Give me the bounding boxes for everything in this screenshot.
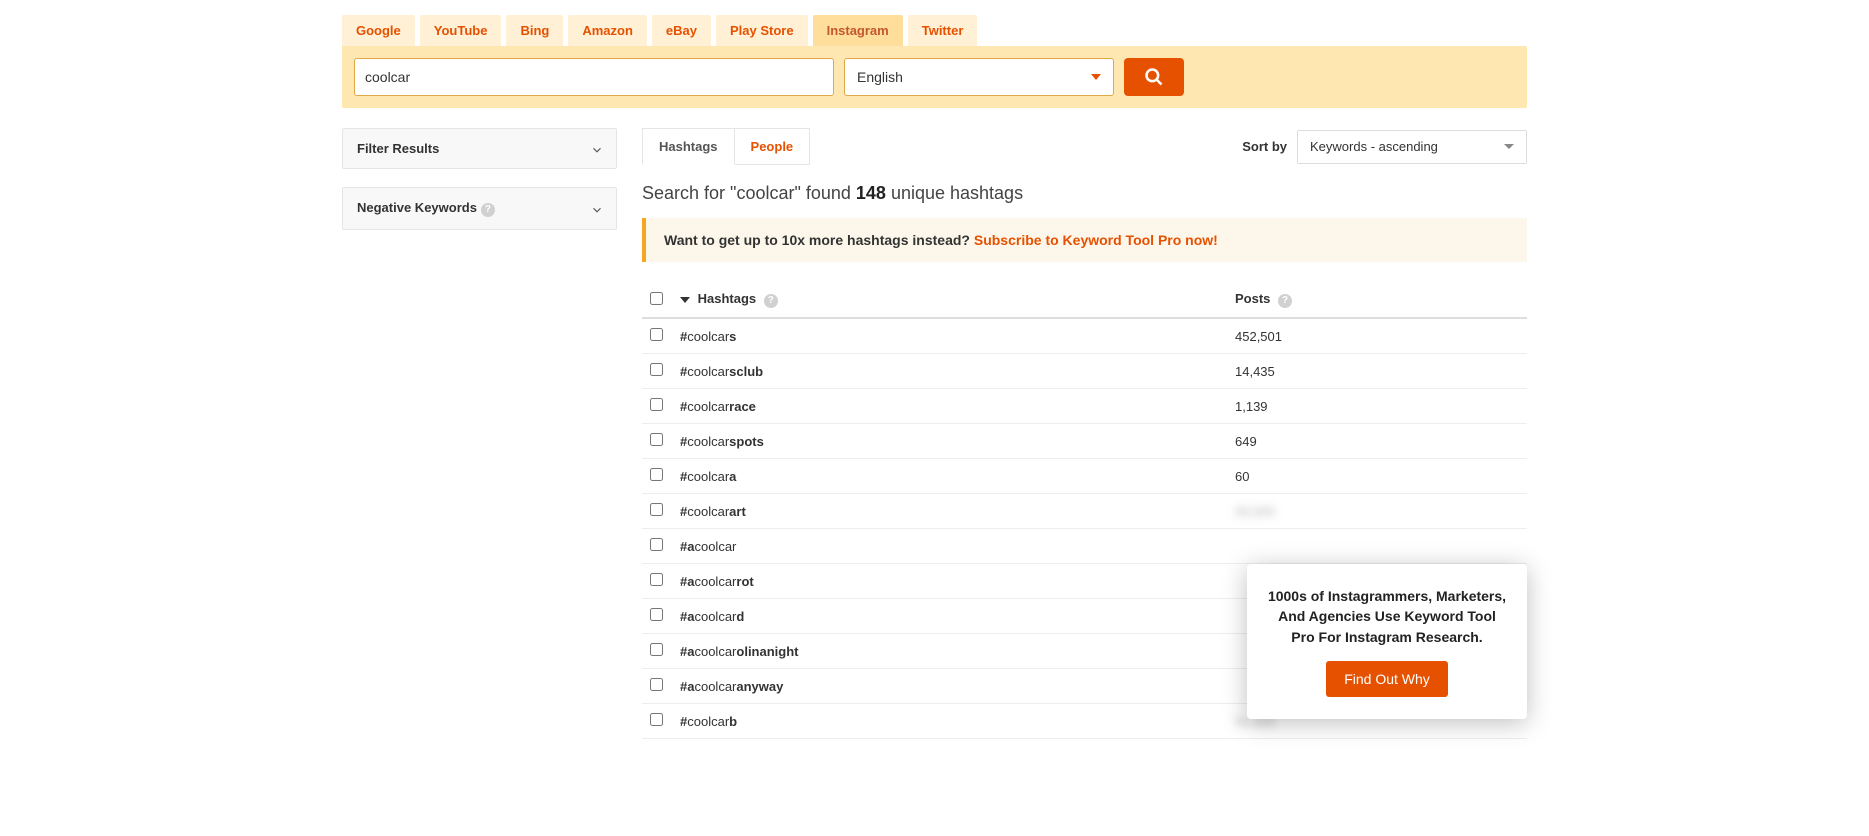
chevron-down-icon (590, 143, 602, 155)
row-checkbox[interactable] (650, 363, 663, 376)
sort-desc-icon (680, 297, 690, 303)
select-all-checkbox[interactable] (650, 292, 663, 305)
search-bar: English (342, 46, 1527, 108)
source-tab-twitter[interactable]: Twitter (908, 15, 978, 46)
upsell-popup: 1000s of Instagrammers, Marketers, And A… (1247, 564, 1527, 719)
sort-selected: Keywords - ascending (1310, 139, 1438, 154)
row-checkbox[interactable] (650, 643, 663, 656)
table-row: #coolcara60 (642, 459, 1527, 494)
row-checkbox[interactable] (650, 433, 663, 446)
table-row: #coolcarrace1,139 (642, 389, 1527, 424)
row-checkbox[interactable] (650, 538, 663, 551)
upgrade-promo: Want to get up to 10x more hashtags inst… (642, 218, 1527, 262)
column-posts[interactable]: Posts ? (1227, 282, 1527, 318)
posts-cell: 1,139 (1227, 389, 1527, 424)
result-tabs: HashtagsPeople (642, 128, 809, 165)
row-checkbox[interactable] (650, 468, 663, 481)
left-sidebar: Filter Results Negative Keywords? (342, 128, 617, 230)
row-checkbox[interactable] (650, 398, 663, 411)
filter-results-label: Filter Results (357, 141, 439, 156)
row-checkbox[interactable] (650, 328, 663, 341)
language-selected: English (857, 69, 903, 85)
hashtag-cell[interactable]: #acoolcarolinanight (672, 634, 1227, 669)
hashtag-cell[interactable]: #coolcarspots (672, 424, 1227, 459)
help-icon: ? (481, 203, 495, 217)
search-button[interactable] (1124, 58, 1184, 96)
hashtag-cell[interactable]: #acoolcard (672, 599, 1227, 634)
hashtag-cell[interactable]: #coolcars (672, 318, 1227, 354)
sort-select[interactable]: Keywords - ascending (1297, 130, 1527, 164)
source-tab-instagram[interactable]: Instagram (813, 15, 903, 46)
find-out-why-button[interactable]: Find Out Why (1326, 661, 1448, 697)
caret-down-icon (1504, 144, 1514, 149)
hashtag-cell[interactable]: #coolcara (672, 459, 1227, 494)
filter-results-panel: Filter Results (342, 128, 617, 169)
posts-cell: 14,435 (1227, 354, 1527, 389)
table-row: #coolcarart00,000 (642, 494, 1527, 529)
caret-down-icon (1091, 74, 1101, 80)
posts-cell (1227, 529, 1527, 564)
help-icon: ? (764, 294, 778, 308)
table-row: #coolcars452,501 (642, 318, 1527, 354)
hashtag-cell[interactable]: #coolcarb (672, 704, 1227, 739)
negative-keywords-toggle[interactable]: Negative Keywords? (343, 188, 616, 229)
search-icon (1144, 67, 1164, 87)
hashtag-cell[interactable]: #acoolcar (672, 529, 1227, 564)
promo-link[interactable]: Subscribe to Keyword Tool Pro now! (974, 232, 1218, 248)
negative-keywords-panel: Negative Keywords? (342, 187, 617, 230)
sort-label: Sort by (1242, 139, 1287, 154)
results-area: HashtagsPeople Sort by Keywords - ascend… (642, 128, 1527, 739)
row-checkbox[interactable] (650, 573, 663, 586)
hashtag-cell[interactable]: #coolcarart (672, 494, 1227, 529)
search-input[interactable] (354, 58, 834, 96)
posts-cell: 60 (1227, 459, 1527, 494)
source-tab-youtube[interactable]: YouTube (420, 15, 502, 46)
chevron-down-icon (590, 203, 602, 215)
hashtag-cell[interactable]: #coolcarsclub (672, 354, 1227, 389)
row-checkbox[interactable] (650, 503, 663, 516)
table-row: #coolcarsclub14,435 (642, 354, 1527, 389)
column-hashtags[interactable]: Hashtags ? (672, 282, 1227, 318)
source-tab-ebay[interactable]: eBay (652, 15, 711, 46)
source-tabs: GoogleYouTubeBingAmazoneBayPlay StoreIns… (342, 15, 1527, 46)
source-tab-play-store[interactable]: Play Store (716, 15, 808, 46)
source-tab-google[interactable]: Google (342, 15, 415, 46)
promo-text: Want to get up to 10x more hashtags inst… (664, 232, 974, 248)
row-checkbox[interactable] (650, 678, 663, 691)
help-icon: ? (1278, 294, 1292, 308)
hashtag-cell[interactable]: #coolcarrace (672, 389, 1227, 424)
source-tab-amazon[interactable]: Amazon (568, 15, 647, 46)
table-row: #coolcarspots649 (642, 424, 1527, 459)
language-select[interactable]: English (844, 58, 1114, 96)
filter-results-toggle[interactable]: Filter Results (343, 129, 616, 168)
row-checkbox[interactable] (650, 713, 663, 726)
negative-keywords-label: Negative Keywords? (357, 200, 495, 217)
result-tab-people[interactable]: People (734, 128, 811, 165)
result-tab-hashtags[interactable]: Hashtags (642, 128, 735, 165)
posts-cell: 452,501 (1227, 318, 1527, 354)
posts-cell: 649 (1227, 424, 1527, 459)
results-summary: Search for "coolcar" found 148 unique ha… (642, 183, 1527, 204)
posts-cell: 00,000 (1227, 494, 1527, 529)
row-checkbox[interactable] (650, 608, 663, 621)
source-tab-bing[interactable]: Bing (506, 15, 563, 46)
hashtag-cell[interactable]: #acoolcaranyway (672, 669, 1227, 704)
hashtag-cell[interactable]: #acoolcarrot (672, 564, 1227, 599)
table-row: #acoolcar (642, 529, 1527, 564)
popup-text: 1000s of Instagrammers, Marketers, And A… (1267, 586, 1507, 647)
